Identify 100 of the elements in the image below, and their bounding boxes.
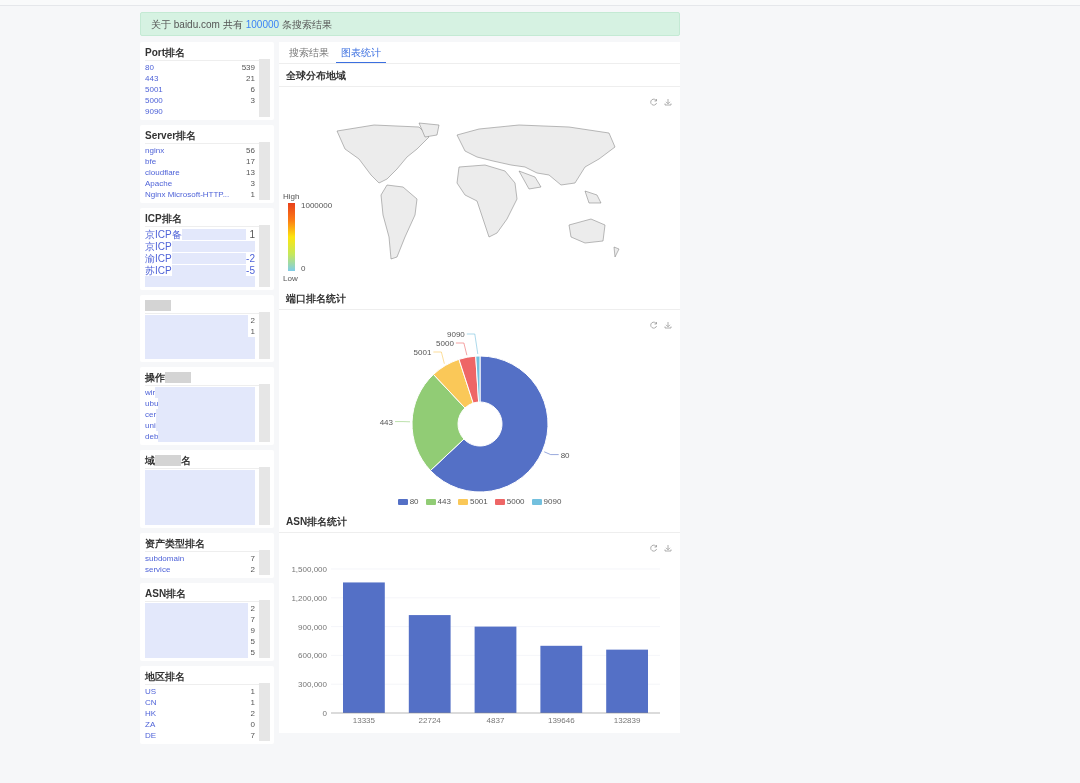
axis-tick-label: 13335: [352, 716, 375, 725]
ranking-link[interactable]: 5001: [145, 83, 163, 96]
ranking-count: 7: [250, 613, 255, 626]
download-icon[interactable]: [664, 321, 672, 329]
leader-line: [394, 421, 411, 423]
ranking-count: 1: [250, 188, 255, 201]
ranking-link[interactable]: ubu: [145, 397, 159, 410]
download-icon[interactable]: [664, 544, 672, 552]
legend-label: Low: [283, 273, 298, 285]
card-title: ASN排名: [145, 587, 187, 601]
ranking-count: 7: [250, 729, 255, 742]
download-icon[interactable]: [664, 98, 672, 106]
slice-label: 443: [379, 417, 394, 427]
legend-swatch: [457, 499, 468, 505]
section-title: ASN排名统计: [286, 514, 348, 529]
refresh-icon[interactable]: [650, 544, 658, 552]
ranking-link[interactable]: 9090: [145, 105, 163, 118]
ranking-count: 2: [250, 602, 255, 615]
ranking-count: 3: [250, 177, 255, 190]
ranking-link[interactable]: 80: [145, 61, 154, 74]
leader-line: [433, 351, 445, 365]
card-title: ICP排名: [145, 212, 182, 226]
ranking-link[interactable]: Nginx Microsoft-HTTP...: [145, 188, 230, 201]
ranking-count: 2: [250, 563, 255, 576]
ranking-count: 3: [250, 94, 255, 107]
ranking-count: 13: [246, 166, 255, 179]
card-title: 域: [145, 454, 155, 468]
ranking-link[interactable]: 443: [145, 72, 159, 85]
ranking-link[interactable]: CN: [145, 696, 157, 709]
slice-label: 5001: [413, 348, 432, 357]
slice-label: 9090: [447, 330, 465, 339]
legend-swatch: [531, 499, 542, 505]
card-title: 地区排名: [145, 670, 185, 684]
ranking-count: 9: [250, 624, 255, 637]
ranking-link[interactable]: subdomain: [145, 552, 185, 565]
result-banner: 关于 baidu.com 共有 100000 条搜索结果: [140, 12, 680, 36]
ranking-link[interactable]: nginx: [145, 144, 165, 157]
ranking-link[interactable]: ZA: [145, 718, 156, 731]
ranking-link[interactable]: Apache: [145, 177, 173, 190]
ranking-link[interactable]: deb: [145, 430, 159, 443]
ranking-count: 1: [250, 696, 255, 709]
axis-tick-label: 1,500,000: [291, 565, 327, 574]
axis-tick-label: 600,000: [298, 651, 327, 661]
ranking-count: 2: [250, 314, 255, 327]
leader-line: [543, 451, 559, 455]
ranking-count: 539: [241, 61, 255, 74]
ranking-link[interactable]: HK: [145, 707, 157, 720]
axis-tick-label: 4837: [486, 716, 505, 725]
ranking-link[interactable]: bfe: [145, 155, 157, 168]
axis-tick-label: 0: [322, 709, 327, 718]
ranking-count: 7: [250, 552, 255, 565]
axis-tick-label: 139646: [547, 716, 575, 725]
legend-label: 9090: [543, 496, 562, 508]
bar: [606, 649, 648, 713]
axis-tick-label: 300,000: [298, 680, 327, 690]
legend-label: 5000: [506, 496, 525, 508]
axis-tick-label: 900,000: [298, 622, 327, 632]
refresh-icon[interactable]: [650, 321, 658, 329]
card-title: 资产类型排名: [145, 537, 205, 551]
ranking-link[interactable]: service: [145, 563, 171, 576]
ranking-link[interactable]: cloudflare: [145, 166, 180, 179]
ranking-count: 0: [250, 718, 255, 731]
ranking-count: 56: [246, 144, 255, 157]
ranking-count: 1: [250, 325, 255, 338]
card-title: 操作: [145, 371, 165, 385]
card-title: Port排名: [145, 46, 185, 60]
ranking-count: 5: [250, 646, 255, 659]
ranking-link[interactable]: wir: [145, 386, 156, 399]
ranking-count: 6: [250, 83, 255, 96]
ranking-count: 5: [250, 635, 255, 648]
ranking-link[interactable]: 5000: [145, 94, 163, 107]
ranking-link[interactable]: uni: [145, 419, 156, 432]
refresh-icon[interactable]: [650, 98, 658, 106]
ranking-link[interactable]: US: [145, 685, 157, 698]
section-title: 端口排名统计: [286, 291, 346, 306]
legend-label: High: [283, 191, 300, 203]
ranking-link[interactable]: DE: [145, 729, 157, 742]
axis-tick-label: 132839: [613, 716, 641, 725]
axis-tick-label: 22724: [418, 716, 441, 725]
ranking-count: 17: [246, 155, 255, 168]
ranking-count: 1: [249, 227, 255, 242]
legend-swatch: [425, 499, 436, 505]
color-scale-bar: [288, 203, 295, 271]
legend-value: 1000000: [301, 200, 333, 212]
card-title: 名: [181, 454, 191, 468]
axis-tick-label: 1,200,000: [291, 593, 327, 603]
tab[interactable]: 搜索结果: [284, 43, 334, 63]
legend-label: 5001: [469, 496, 488, 508]
legend-label: 443: [437, 496, 451, 508]
card-title: Server排名: [145, 129, 197, 143]
bar: [540, 645, 583, 713]
section-title: 全球分布地域: [286, 68, 346, 83]
slice-label: 5000: [436, 339, 454, 348]
legend-label: 80: [409, 496, 419, 508]
slice-label: 80: [560, 450, 570, 460]
tab[interactable]: 图表统计: [336, 43, 386, 63]
legend-value: 0: [301, 263, 306, 275]
ranking-count: 1: [250, 685, 255, 698]
ranking-link[interactable]: cer: [145, 408, 157, 421]
legend-swatch: [494, 499, 505, 505]
